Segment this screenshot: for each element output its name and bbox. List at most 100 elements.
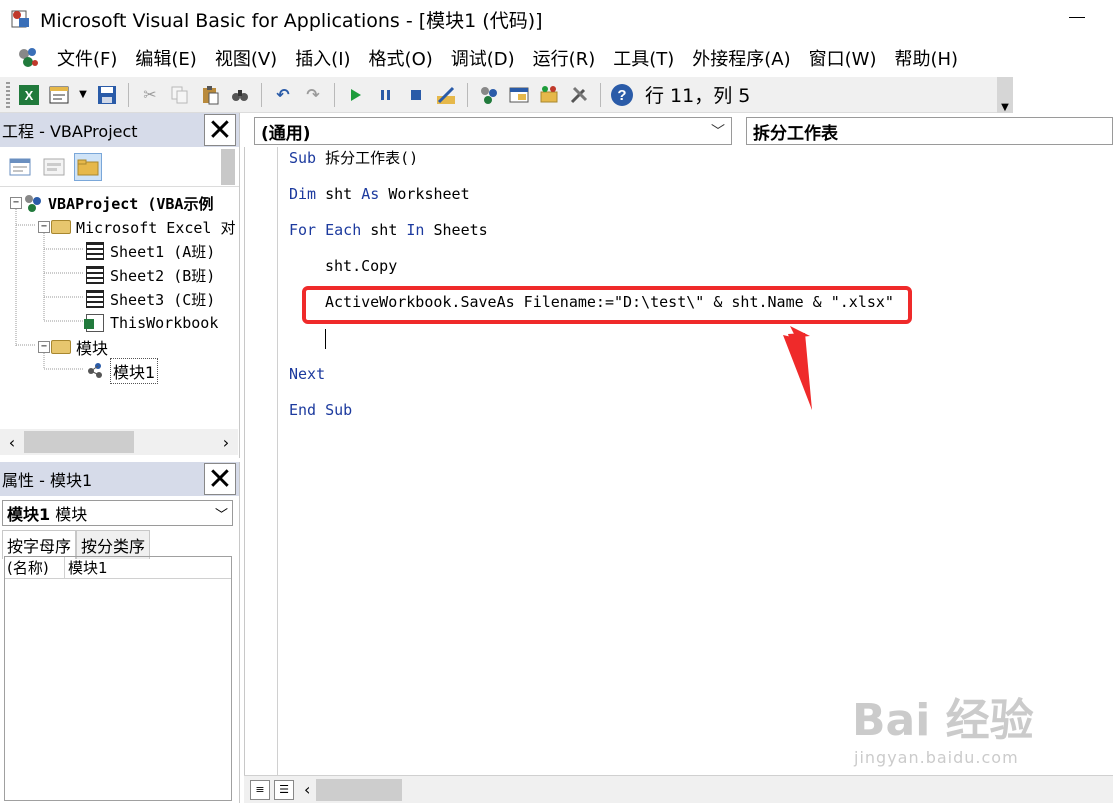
- paste-icon[interactable]: [198, 83, 222, 107]
- object-combo[interactable]: (通用) ﹀: [254, 117, 732, 145]
- collapse-icon[interactable]: −: [38, 341, 50, 353]
- tree-item-label: Sheet1 (A班): [110, 242, 216, 261]
- scrollbar-thumb[interactable]: [24, 431, 134, 453]
- code-text-segment: Sheets: [424, 221, 488, 239]
- view-excel-icon[interactable]: X: [17, 83, 41, 107]
- object-name: 模块1: [7, 505, 51, 524]
- toolbar-separator: [334, 82, 335, 107]
- scrollbar-thumb[interactable]: [316, 778, 403, 801]
- close-icon[interactable]: ✕: [204, 113, 236, 148]
- keyword: Sub: [289, 149, 317, 167]
- project-horizontal-scrollbar[interactable]: ‹ ›: [0, 429, 238, 455]
- watermark-sub: jingyan.baidu.com: [854, 748, 1019, 767]
- chevron-down-icon: ﹀: [711, 124, 725, 140]
- scroll-left-icon[interactable]: ‹: [304, 780, 310, 799]
- project-icon: [22, 193, 44, 213]
- project-explorer-pane: 工程 - VBAProject ✕ − VBAProject (VBA示例 − …: [0, 113, 240, 458]
- project-pane-title: 工程 - VBAProject: [2, 122, 138, 141]
- insert-userform-icon[interactable]: [47, 83, 71, 107]
- menu-insert[interactable]: 插入(I): [286, 45, 359, 71]
- tree-item-modules-folder[interactable]: − 模块: [38, 335, 108, 359]
- cut-icon[interactable]: ✂: [138, 83, 162, 107]
- menu-debug[interactable]: 调试(D): [442, 45, 524, 71]
- collapse-icon[interactable]: −: [38, 221, 50, 233]
- code-text-segment: sht.Copy: [325, 257, 398, 275]
- scroll-left-icon[interactable]: ‹: [0, 433, 24, 452]
- close-icon[interactable]: ✕: [204, 462, 236, 497]
- redo-icon[interactable]: ↷: [301, 83, 325, 107]
- menu-view[interactable]: 视图(V): [206, 45, 286, 71]
- menu-edit[interactable]: 编辑(E): [126, 45, 205, 71]
- design-mode-icon[interactable]: [434, 83, 458, 107]
- property-value[interactable]: 模块1: [65, 557, 108, 578]
- undo-icon[interactable]: ↶: [271, 83, 295, 107]
- break-icon[interactable]: [374, 83, 398, 107]
- toolbar-separator: [128, 82, 129, 107]
- project-tree: − VBAProject (VBA示例 − Microsoft Excel 对 …: [0, 189, 238, 429]
- code-line: End Sub: [289, 399, 352, 421]
- object-combo-value: (通用): [261, 123, 311, 144]
- toolbox-icon[interactable]: [567, 83, 591, 107]
- object-selector[interactable]: 模块1 模块 ﹀: [2, 500, 233, 526]
- keyword: End Sub: [289, 401, 353, 419]
- baidu-watermark: Bai 经验 jingyan.baidu.com: [852, 684, 1097, 784]
- view-object-icon[interactable]: [40, 153, 68, 181]
- procedure-view-icon[interactable]: ≡: [250, 779, 270, 800]
- workbook-icon: [84, 313, 106, 333]
- object-browser-icon[interactable]: [537, 83, 561, 107]
- run-icon[interactable]: [344, 83, 368, 107]
- scroll-right-icon[interactable]: ›: [214, 433, 238, 452]
- help-icon[interactable]: ?: [610, 83, 634, 107]
- project-explorer-icon[interactable]: [477, 83, 501, 107]
- tab-alphabetic[interactable]: 按字母序: [2, 530, 77, 559]
- menu-format[interactable]: 格式(O): [360, 45, 442, 71]
- properties-pane: 属性 - 模块1 ✕ 模块1 模块 ﹀ 按字母序 按分类序 (名称) 模块1: [0, 462, 240, 803]
- excel-app-icon[interactable]: [14, 44, 42, 72]
- toolbar-options-button[interactable]: ▼: [997, 77, 1013, 113]
- keyword: As: [361, 185, 380, 203]
- properties-window-icon[interactable]: [507, 83, 531, 107]
- code-margin[interactable]: [244, 147, 278, 775]
- tree-item-thisworkbook[interactable]: ThisWorkbook: [84, 311, 218, 335]
- view-code-icon[interactable]: [6, 153, 34, 181]
- toggle-folders-icon[interactable]: [74, 152, 102, 181]
- object-type: 模块: [55, 505, 88, 524]
- save-icon[interactable]: [95, 83, 119, 107]
- vba-app-icon[interactable]: [10, 8, 32, 30]
- menu-window[interactable]: 窗口(W): [800, 45, 886, 71]
- worksheet-icon: [84, 241, 106, 261]
- properties-grid: (名称) 模块1: [4, 556, 232, 801]
- menu-bar: 文件(F) 编辑(E) 视图(V) 插入(I) 格式(O) 调试(D) 运行(R…: [0, 40, 1113, 76]
- tree-item-sheet3[interactable]: Sheet3 (C班): [84, 287, 215, 311]
- tree-item-sheet1[interactable]: Sheet1 (A班): [84, 239, 215, 263]
- folder-icon: [50, 217, 72, 237]
- tab-categorized[interactable]: 按分类序: [76, 530, 151, 559]
- tree-item-excel-objects[interactable]: − Microsoft Excel 对: [38, 215, 236, 239]
- find-icon[interactable]: [228, 83, 252, 107]
- property-key: (名称): [5, 557, 65, 578]
- dropdown-arrow-icon[interactable]: ▼: [77, 83, 89, 107]
- full-module-view-icon[interactable]: ☰: [274, 779, 294, 800]
- menu-file[interactable]: 文件(F): [48, 45, 126, 71]
- tree-item-vbaproject[interactable]: − VBAProject (VBA示例: [10, 191, 213, 215]
- tree-item-label: Sheet3 (C班): [110, 290, 216, 309]
- menu-addins[interactable]: 外接程序(A): [683, 45, 799, 71]
- tree-item-module1[interactable]: 模块1: [84, 358, 159, 384]
- toolbar-grip[interactable]: [6, 81, 10, 108]
- reset-icon[interactable]: [404, 83, 428, 107]
- tree-item-sheet2[interactable]: Sheet2 (B班): [84, 263, 215, 287]
- collapse-icon[interactable]: −: [10, 197, 22, 209]
- procedure-combo[interactable]: 拆分工作表: [746, 117, 1113, 145]
- copy-icon[interactable]: [168, 83, 192, 107]
- property-row[interactable]: (名称) 模块1: [5, 557, 231, 579]
- menu-run[interactable]: 运行(R): [524, 45, 605, 71]
- code-editor[interactable]: Sub 拆分工作表() Dim sht As Worksheet For Eac…: [244, 147, 1113, 775]
- code-line: For Each sht In Sheets: [289, 219, 488, 241]
- project-pane-scrollbar[interactable]: [221, 149, 235, 185]
- properties-pane-header: 属性 - 模块1 ✕: [0, 462, 239, 497]
- menu-tools[interactable]: 工具(T): [604, 45, 683, 71]
- minimize-button[interactable]: [1069, 17, 1085, 18]
- project-pane-toolbar: [0, 147, 239, 187]
- svg-text:X: X: [25, 88, 34, 103]
- menu-help[interactable]: 帮助(H): [885, 45, 967, 71]
